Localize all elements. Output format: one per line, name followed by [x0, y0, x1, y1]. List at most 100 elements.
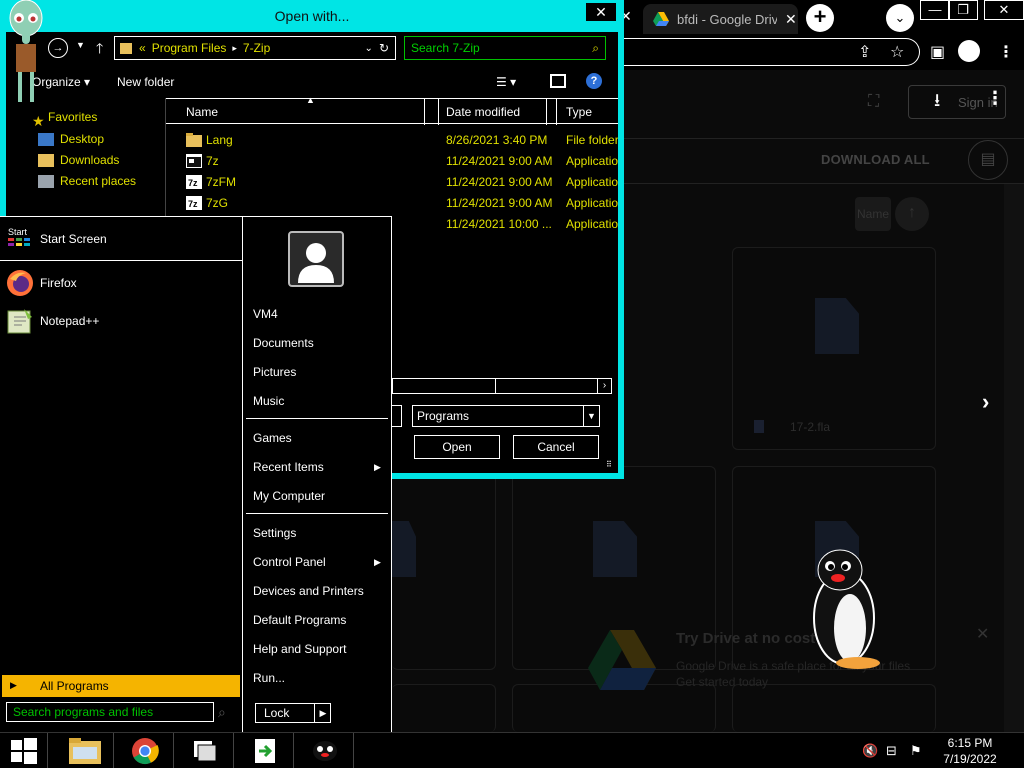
file-card[interactable]	[392, 684, 496, 732]
profile-avatar-icon[interactable]	[958, 40, 980, 62]
breadcrumb-overflow[interactable]: «	[139, 41, 146, 55]
user-name-link[interactable]: VM4	[253, 307, 278, 321]
submenu-arrow-icon: ▶	[374, 462, 381, 472]
nav-favorites[interactable]: Favorites	[38, 108, 97, 126]
download-icon[interactable]: ⭳	[934, 88, 940, 118]
chrome-menu-icon[interactable]: ⋮	[998, 42, 1014, 62]
file-row[interactable]: Lang 8/26/2021 3:40 PM File folder	[166, 130, 618, 151]
preview-pane-icon[interactable]	[550, 74, 566, 88]
all-programs-button[interactable]: ▶ All Programs	[2, 675, 240, 697]
download-all-button[interactable]: DOWNLOAD ALL	[821, 152, 930, 167]
tab-google-drive[interactable]: bfdi - Google Drive ✕	[643, 4, 798, 34]
open-button[interactable]: Open	[414, 435, 500, 459]
col-type[interactable]: Type	[566, 105, 592, 119]
address-bar[interactable]: « Program Files ▸ 7-Zip ⌄ ↻	[114, 36, 396, 60]
games-link[interactable]: Games	[253, 431, 292, 445]
search-input[interactable]: Search 7-Zip ⌕	[404, 36, 606, 60]
volume-muted-icon[interactable]: 🔇	[862, 743, 878, 759]
recent-items-link[interactable]: Recent Items	[253, 460, 324, 474]
scroll-right-icon[interactable]: ›	[597, 379, 611, 393]
carousel-next-icon[interactable]: ›	[982, 389, 989, 415]
program-firefox[interactable]: Firefox	[0, 265, 243, 303]
start-button[interactable]	[0, 733, 48, 768]
start-search-input[interactable]: Search programs and files	[6, 702, 214, 722]
tab-search-button[interactable]: ⌄	[886, 4, 914, 32]
refresh-icon[interactable]: ↻	[379, 41, 389, 55]
taskbar-pingu[interactable]	[296, 733, 354, 768]
taskbar-file-explorer[interactable]	[56, 733, 114, 768]
bookmark-star-icon[interactable]: ☆	[890, 42, 904, 62]
breadcrumb-item[interactable]: Program Files	[152, 41, 227, 55]
resize-grip-icon[interactable]: ⠿	[606, 460, 612, 469]
nav-recent-places[interactable]: Recent places	[38, 172, 136, 190]
column-divider[interactable]	[556, 99, 557, 125]
settings-link[interactable]: Settings	[253, 526, 296, 540]
side-panel-icon[interactable]: ▣	[930, 42, 945, 62]
new-tab-button[interactable]: +	[806, 4, 834, 32]
help-support-link[interactable]: Help and Support	[253, 642, 346, 656]
tab-close-icon[interactable]: ✕	[785, 11, 797, 28]
dialog-close-button[interactable]: ✕	[586, 3, 616, 21]
power-options-arrow-icon[interactable]: ▶	[314, 704, 331, 722]
file-row[interactable]: 7z 7zG 11/24/2021 9:00 AM Application	[166, 193, 618, 214]
devices-printers-link[interactable]: Devices and Printers	[253, 584, 364, 598]
restore-button[interactable]: ❐	[948, 0, 978, 20]
network-icon[interactable]: ⊟	[886, 743, 897, 759]
nav-downloads[interactable]: Downloads	[38, 151, 119, 169]
new-folder-button[interactable]: New folder	[117, 75, 174, 89]
page-scrollbar[interactable]	[1004, 184, 1024, 732]
scrollbar-thumb-edge[interactable]	[495, 379, 496, 393]
close-window-button[interactable]: ✕	[984, 0, 1024, 20]
file-row[interactable]: 7z 7zFM 11/24/2021 9:00 AM Application	[166, 172, 618, 193]
cancel-button[interactable]: Cancel	[513, 435, 599, 459]
search-icon[interactable]: ⌕	[592, 37, 599, 59]
taskbar-program[interactable]	[236, 733, 294, 768]
history-dropdown-icon[interactable]: ▼	[76, 40, 85, 50]
omnibox[interactable]	[620, 38, 920, 66]
toast-close-icon[interactable]: ✕	[976, 624, 989, 644]
column-divider[interactable]	[546, 99, 547, 125]
column-divider[interactable]	[424, 99, 425, 125]
clock[interactable]: 6:15 PM 7/19/2022	[938, 735, 1002, 767]
sort-name-button[interactable]: Name	[855, 197, 891, 231]
file-row[interactable]: 7z 11/24/2021 9:00 AM Application	[166, 151, 618, 172]
documents-link[interactable]: Documents	[253, 336, 314, 350]
file-type-filter[interactable]: Programs ▼	[412, 405, 600, 427]
lock-button[interactable]: Lock ▶	[255, 703, 331, 723]
change-view-button[interactable]: ☰ ▾	[496, 75, 516, 89]
column-divider[interactable]	[438, 99, 439, 125]
music-link[interactable]: Music	[253, 394, 284, 408]
col-date[interactable]: Date modified	[446, 105, 520, 119]
sort-direction-icon[interactable]: ↑	[895, 197, 929, 231]
7zip-icon: 7z	[186, 196, 202, 210]
share-icon[interactable]: ⇪	[858, 42, 871, 62]
taskbar-explorer-window[interactable]	[176, 733, 234, 768]
up-folder-icon[interactable]: 🡑	[96, 38, 103, 62]
control-panel-link[interactable]: Control Panel	[253, 555, 326, 569]
breadcrumb-item[interactable]: 7-Zip	[243, 41, 270, 55]
my-computer-link[interactable]: My Computer	[253, 489, 325, 503]
col-name[interactable]: Name	[186, 105, 218, 119]
file-card-name: 17-2.fla	[790, 420, 831, 434]
breadcrumb-separator-icon[interactable]: ▸	[232, 43, 237, 54]
start-search-icon[interactable]: ⌕	[218, 704, 226, 721]
minimize-button[interactable]: —	[920, 0, 950, 20]
start-screen-item[interactable]: Start Start Screen	[0, 217, 243, 261]
nav-desktop[interactable]: Desktop	[38, 130, 104, 148]
file-card[interactable]	[392, 466, 496, 670]
action-center-icon[interactable]: ⚑	[910, 743, 922, 759]
pictures-link[interactable]: Pictures	[253, 365, 296, 379]
horizontal-scrollbar[interactable]: ›	[392, 378, 612, 394]
forward-button[interactable]: →	[48, 38, 68, 58]
program-notepadpp[interactable]: Notepad++	[0, 303, 243, 341]
user-avatar[interactable]	[288, 231, 344, 287]
address-dropdown-icon[interactable]: ⌄	[365, 43, 373, 54]
list-view-icon[interactable]: ▤	[968, 140, 1008, 180]
fullscreen-icon[interactable]: ⛶	[868, 93, 879, 111]
taskbar-chrome[interactable]	[116, 733, 174, 768]
default-programs-link[interactable]: Default Programs	[253, 613, 346, 627]
filter-dropdown-icon[interactable]: ▼	[583, 406, 599, 426]
run-link[interactable]: Run...	[253, 671, 285, 685]
more-options-icon[interactable]: ⋮	[986, 88, 1004, 109]
help-icon[interactable]: ?	[586, 73, 602, 89]
